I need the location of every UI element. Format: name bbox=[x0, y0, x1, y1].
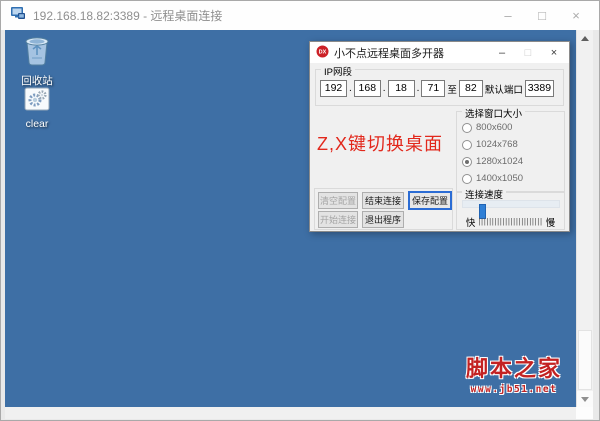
horizontal-scrollbar[interactable] bbox=[5, 407, 576, 419]
dialog-close-button[interactable]: × bbox=[541, 42, 567, 63]
radio-button bbox=[462, 139, 472, 150]
svg-text:DX: DX bbox=[319, 49, 327, 55]
ip-octet1-input[interactable]: 192 bbox=[320, 80, 347, 97]
exit-program-button[interactable]: 退出程序 bbox=[362, 211, 404, 228]
connection-speed-section: 连接速度 快 |||||||||||||||||||||||| 慢 bbox=[456, 187, 565, 230]
port-label: 默认端口 bbox=[484, 84, 523, 96]
ip-dot: . bbox=[416, 83, 420, 94]
down-arrow-icon bbox=[581, 396, 589, 402]
window-size-section: 选择窗口大小 800x600 1024x768 1280x1024 1400x1… bbox=[456, 106, 565, 192]
window-title: 192.168.18.82:3389 - 远程桌面连接 bbox=[33, 9, 223, 23]
switch-desktop-hint: Z,X键切换桌面 bbox=[317, 134, 444, 154]
window-size-label: 选择窗口大小 bbox=[462, 106, 526, 120]
ip-dot: . bbox=[349, 83, 352, 94]
dialog-titlebar: DX 小不点远程桌面多开器 – □ × bbox=[310, 42, 569, 63]
dialog-title: 小不点远程桌面多开器 bbox=[334, 47, 444, 60]
radio-option-1024x768[interactable]: 1024x768 bbox=[457, 136, 564, 153]
radio-button bbox=[462, 173, 472, 184]
radio-option-1280x1024[interactable]: 1280x1024 bbox=[457, 153, 564, 170]
connection-speed-label: 连接速度 bbox=[462, 187, 507, 201]
minimize-button[interactable]: – bbox=[491, 1, 525, 30]
vertical-scrollbar[interactable] bbox=[576, 30, 593, 407]
ip-section: IP网段 192 . 168 . 18 . 71 至 82 默认端口 3389 bbox=[315, 64, 564, 106]
radio-button-checked bbox=[462, 156, 472, 167]
vertical-scroll-thumb[interactable] bbox=[578, 330, 592, 390]
ip-range-start-input[interactable]: 71 bbox=[421, 80, 446, 97]
watermark-title: 脚本之家 bbox=[465, 356, 562, 381]
rdp-titlebar: 192.168.18.82:3389 - 远程桌面连接 – □ × bbox=[1, 1, 599, 30]
speed-slow-label: 慢 bbox=[545, 218, 556, 229]
ip-section-label: IP网段 bbox=[321, 64, 355, 78]
speed-tick-marks: |||||||||||||||||||||||| bbox=[478, 217, 543, 226]
speed-fast-label: 快 bbox=[465, 218, 476, 229]
desktop-icon-recycle-bin[interactable]: 回收站 bbox=[7, 34, 67, 88]
save-config-button[interactable]: 保存配置 bbox=[409, 192, 451, 209]
start-connection-button[interactable]: 开始连接 bbox=[318, 211, 358, 228]
ip-dot: . bbox=[382, 83, 386, 94]
ip-range-end-input[interactable]: 82 bbox=[458, 80, 483, 97]
port-input[interactable]: 3389 bbox=[524, 80, 554, 97]
watermark-url: www.jb51.net bbox=[470, 384, 558, 395]
actions-section: 清空配置 结束连接 保存配置 开始连接 退出程序 bbox=[314, 188, 453, 230]
range-to-label: 至 bbox=[447, 84, 457, 96]
app-icon: DX bbox=[316, 45, 329, 61]
rdp-icon bbox=[10, 5, 26, 26]
clear-icon bbox=[24, 87, 50, 115]
maximize-button[interactable]: □ bbox=[525, 1, 559, 30]
ip-octet2-input[interactable]: 168 bbox=[353, 80, 381, 97]
dialog-maximize-button[interactable]: □ bbox=[515, 42, 541, 63]
dialog-minimize-button[interactable]: – bbox=[489, 42, 515, 63]
close-button[interactable]: × bbox=[559, 1, 593, 30]
speed-slider-track[interactable] bbox=[462, 200, 560, 219]
radio-option-1400x1050[interactable]: 1400x1050 bbox=[457, 170, 564, 187]
scroll-down-button[interactable] bbox=[577, 391, 593, 407]
scrollbar-corner bbox=[576, 407, 593, 419]
radio-button bbox=[462, 122, 472, 133]
radio-option-800x600[interactable]: 800x600 bbox=[457, 119, 564, 136]
desktop-icon-label: clear bbox=[25, 118, 49, 130]
rdp-window: 192.168.18.82:3389 - 远程桌面连接 – □ × 回收站 cl… bbox=[0, 0, 600, 421]
up-arrow-icon bbox=[581, 35, 589, 41]
multi-opener-dialog: DX 小不点远程桌面多开器 – □ × IP网段 192 . 168 . 18 … bbox=[309, 41, 570, 232]
scroll-up-button[interactable] bbox=[577, 30, 593, 46]
clear-config-button[interactable]: 清空配置 bbox=[318, 192, 358, 209]
desktop-icon-clear[interactable]: clear bbox=[7, 87, 67, 130]
recycle-bin-icon bbox=[23, 37, 51, 70]
desktop-icon-label: 回收站 bbox=[21, 75, 53, 87]
watermark: 脚本之家 www.jb51.net bbox=[466, 351, 562, 395]
ip-octet3-input[interactable]: 18 bbox=[387, 80, 415, 97]
end-connection-button[interactable]: 结束连接 bbox=[362, 192, 404, 209]
